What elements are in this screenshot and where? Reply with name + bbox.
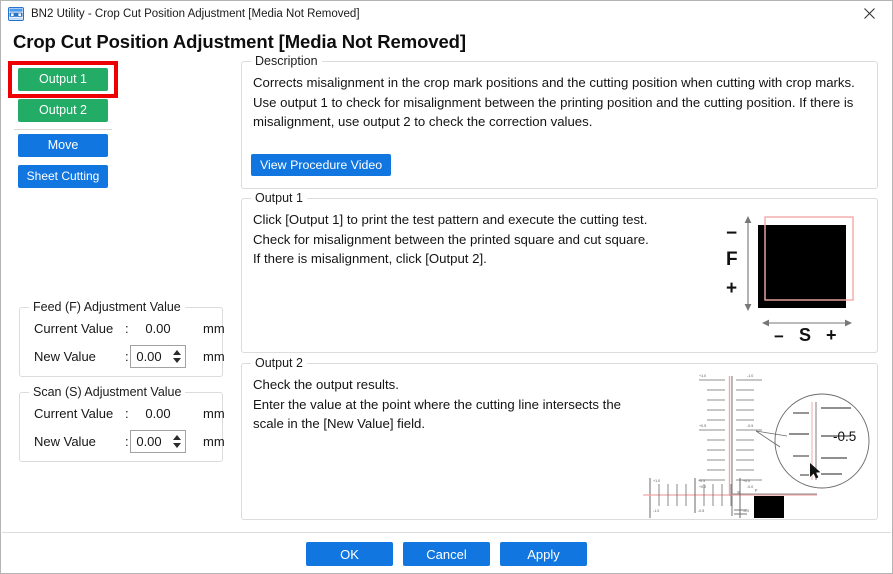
- output2-diagram: +1.0 -1.0 +0.5 -0.5 +0.0 -0.0 S +1.0 +0.…: [637, 368, 877, 523]
- description-group: Description Corrects misalignment in the…: [241, 54, 878, 189]
- scan-new-colon: :: [125, 433, 129, 449]
- scan-current-unit: mm: [203, 405, 225, 421]
- feed-new-unit: mm: [203, 348, 225, 364]
- feed-new-value-row: New Value : 0.00 mm: [20, 344, 225, 368]
- feed-stepper-up-icon[interactable]: [172, 349, 181, 355]
- svg-text:+0.5: +0.5: [698, 479, 705, 483]
- svg-text:-0.5: -0.5: [747, 424, 753, 428]
- scan-stepper-up-icon[interactable]: [172, 434, 181, 440]
- output1-group: Output 1 Click [Output 1] to print the t…: [241, 191, 878, 353]
- feed-current-value-row: Current Value : 0.00 mm: [20, 316, 225, 340]
- page-title: Crop Cut Position Adjustment [Media Not …: [13, 31, 466, 52]
- feed-current-colon: :: [125, 320, 129, 336]
- svg-text:+1.0: +1.0: [653, 479, 660, 483]
- feed-current-value-label: Current Value: [34, 320, 114, 336]
- feed-new-value-input[interactable]: 0.00: [131, 349, 169, 364]
- svg-text:S: S: [737, 490, 740, 495]
- scan-current-value-row: Current Value : 0.00 mm: [20, 401, 225, 425]
- title-bar: BN2 Utility - Crop Cut Position Adjustme…: [1, 1, 892, 26]
- svg-text:-0.0: -0.0: [747, 485, 753, 489]
- scan-new-value-label: New Value: [34, 433, 96, 449]
- svg-text:-0.0: -0.0: [743, 509, 749, 513]
- feed-adjustment-legend: Feed (F) Adjustment Value: [29, 300, 185, 314]
- output1-diagram: − F + − S +: [719, 205, 874, 352]
- scan-new-value-stepper[interactable]: 0.00: [130, 429, 186, 453]
- scan-new-value-row: New Value : 0.00 mm: [20, 429, 225, 453]
- scan-stepper-down-icon[interactable]: [172, 442, 181, 448]
- bn2-app-icon: [8, 6, 24, 22]
- ok-button[interactable]: OK: [306, 542, 393, 566]
- footer-divider: [2, 532, 891, 533]
- svg-text:+0.0: +0.0: [699, 485, 706, 489]
- scan-stepper-buttons[interactable]: [169, 431, 184, 452]
- apply-button[interactable]: Apply: [500, 542, 587, 566]
- output2-legend: Output 2: [251, 356, 307, 370]
- output1-text: Click [Output 1] to print the test patte…: [253, 212, 649, 266]
- description-text: Corrects misalignment in the crop mark p…: [253, 75, 855, 129]
- output2-magnifier-value: -0.5: [833, 429, 857, 444]
- feed-current-unit: mm: [203, 320, 225, 336]
- feed-stepper-down-icon[interactable]: [172, 357, 181, 363]
- output-1-button[interactable]: Output 1: [18, 68, 108, 91]
- window-title-text: BN2 Utility - Crop Cut Position Adjustme…: [31, 7, 360, 20]
- scan-current-value: 0.00: [145, 405, 171, 421]
- feed-current-value: 0.00: [145, 320, 171, 336]
- svg-text:+0.0: +0.0: [743, 479, 750, 483]
- scan-adjustment-legend: Scan (S) Adjustment Value: [29, 385, 186, 399]
- output1-feed-plus-label: +: [726, 278, 738, 299]
- scan-adjustment-group: Scan (S) Adjustment Value Current Value …: [19, 385, 225, 462]
- cancel-button[interactable]: Cancel: [403, 542, 490, 566]
- scan-new-unit: mm: [203, 433, 225, 449]
- feed-new-colon: :: [125, 348, 129, 364]
- scan-current-value-label: Current Value: [34, 405, 114, 421]
- scan-new-value-input[interactable]: 0.00: [131, 434, 169, 449]
- close-icon[interactable]: [847, 1, 892, 26]
- output1-feed-minus-label: −: [726, 223, 738, 244]
- sidebar-divider: [14, 129, 112, 130]
- output1-feed-axis-label: F: [726, 249, 738, 270]
- svg-text:-0.5: -0.5: [698, 509, 704, 513]
- description-legend: Description: [251, 54, 322, 68]
- svg-text:-1.0: -1.0: [653, 509, 659, 513]
- feed-adjustment-group: Feed (F) Adjustment Value Current Value …: [19, 300, 225, 377]
- output1-scan-minus-label: −: [774, 327, 784, 346]
- svg-text:F: F: [755, 488, 758, 493]
- feed-new-value-label: New Value: [34, 348, 96, 364]
- output1-scan-plus-label: +: [826, 325, 837, 345]
- sheet-cutting-button[interactable]: Sheet Cutting: [18, 165, 108, 188]
- view-procedure-video-button[interactable]: View Procedure Video: [251, 154, 392, 176]
- scan-current-colon: :: [125, 405, 129, 421]
- svg-text:-1.0: -1.0: [747, 374, 753, 378]
- svg-text:+0.5: +0.5: [699, 424, 706, 428]
- output1-legend: Output 1: [251, 191, 307, 205]
- footer-buttons: OK Cancel Apply: [1, 542, 892, 568]
- feed-new-value-stepper[interactable]: 0.00: [130, 344, 186, 368]
- output-2-button[interactable]: Output 2: [18, 99, 108, 122]
- feed-stepper-buttons[interactable]: [169, 346, 184, 367]
- svg-text:+1.0: +1.0: [699, 374, 706, 378]
- dialog-window: BN2 Utility - Crop Cut Position Adjustme…: [0, 0, 893, 574]
- output1-scan-axis-label: S: [799, 325, 812, 345]
- move-button[interactable]: Move: [18, 134, 108, 157]
- output2-text: Check the output results. Enter the valu…: [253, 377, 622, 431]
- output2-group: Output 2 Check the output results. Enter…: [241, 356, 878, 523]
